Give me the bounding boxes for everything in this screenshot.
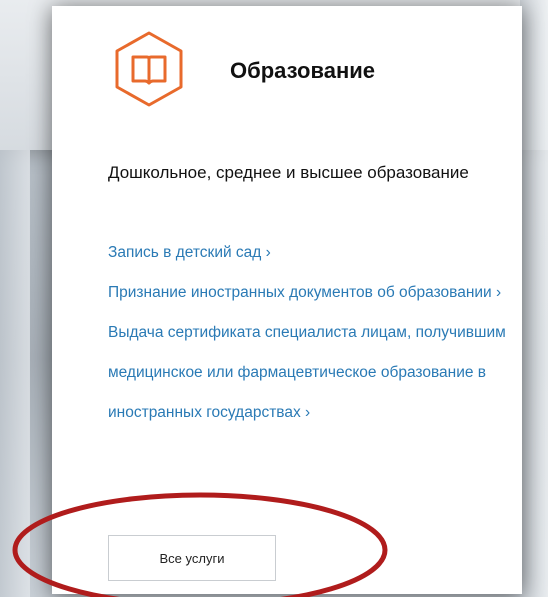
link-foreign-documents-recognition[interactable]: Признание иностранных документов об обра… <box>108 273 508 313</box>
background-panel-left <box>0 150 30 597</box>
open-book-icon <box>115 31 183 107</box>
link-kindergarten-enrollment[interactable]: Запись в детский сад › <box>108 233 508 273</box>
service-links-list: Запись в детский сад › Признание иностра… <box>108 233 508 433</box>
category-subtitle: Дошкольное, среднее и высшее образование <box>108 163 469 182</box>
education-category-card: Образование Дошкольное, среднее и высшее… <box>52 6 522 594</box>
category-title: Образование <box>230 58 375 83</box>
all-services-button[interactable]: Все услуги <box>108 535 276 581</box>
background-panel-right <box>520 0 548 597</box>
link-medical-specialist-certificate[interactable]: Выдача сертификата специалиста лицам, по… <box>108 313 508 433</box>
screen: Образование Дошкольное, среднее и высшее… <box>0 0 548 597</box>
